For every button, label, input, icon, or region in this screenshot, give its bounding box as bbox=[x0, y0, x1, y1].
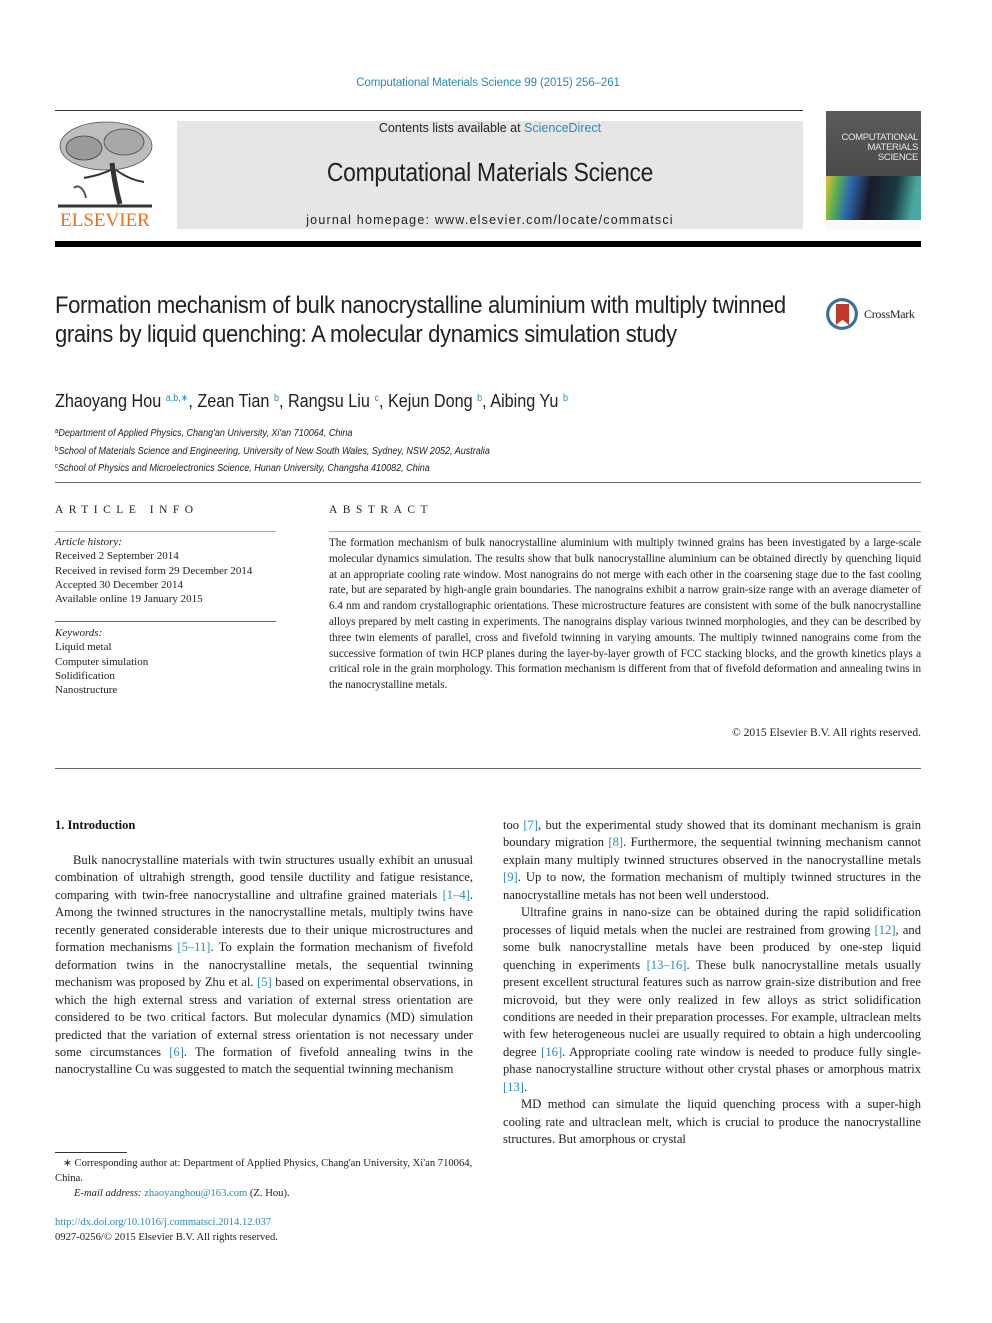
body-text: . Appropriate cooling rate window is nee… bbox=[503, 1044, 921, 1077]
body-column-left: Bulk nanocrystalline materials with twin… bbox=[55, 852, 473, 1079]
corresponding-author-note: ∗ Corresponding author at: Department of… bbox=[55, 1158, 473, 1184]
body-paragraph: MD method can simulate the liquid quench… bbox=[503, 1096, 921, 1148]
citation-ref-link[interactable]: [5–11] bbox=[177, 940, 210, 954]
citation-ref-link[interactable]: [13–16] bbox=[647, 958, 687, 972]
affiliation-item: bSchool of Materials Science and Enginee… bbox=[55, 442, 490, 460]
elsevier-tree-icon bbox=[58, 121, 153, 208]
author-name[interactable]: Rangsu Liu bbox=[288, 391, 370, 411]
history-item: Received in revised form 29 December 201… bbox=[55, 564, 253, 577]
cover-title: COMPUTATIONAL MATERIALS SCIENCE bbox=[832, 133, 918, 163]
elsevier-logo[interactable]: ELSEVIER bbox=[54, 118, 156, 232]
affiliation-text: School of Materials Science and Engineer… bbox=[58, 444, 490, 457]
citation-ref-link[interactable]: [6] bbox=[169, 1045, 184, 1059]
body-divider bbox=[55, 768, 921, 769]
article-info-heading: ARTICLE INFO bbox=[55, 504, 199, 516]
affiliation-divider bbox=[55, 482, 921, 483]
author-list: Zhaoyang Hou a,b,∗, Zean Tian b, Rangsu … bbox=[55, 391, 568, 412]
author-separator: , bbox=[482, 391, 491, 411]
affiliation-list: aDepartment of Applied Physics, Chang'an… bbox=[55, 424, 490, 477]
crossmark-badge[interactable]: CrossMark bbox=[826, 298, 926, 334]
email-suffix: (Z. Hou). bbox=[247, 1188, 290, 1199]
abstract-heading: ABSTRACT bbox=[329, 504, 434, 516]
abstract-divider bbox=[329, 531, 921, 532]
keyword-item: Solidification bbox=[55, 669, 115, 682]
doi-link[interactable]: http://dx.doi.org/10.1016/j.commatsci.20… bbox=[55, 1216, 278, 1231]
article-title: Formation mechanism of bulk nanocrystall… bbox=[55, 292, 786, 348]
article-history-label: Article history: bbox=[55, 536, 122, 548]
cover-title-line: SCIENCE bbox=[877, 152, 918, 163]
history-item: Accepted 30 December 2014 bbox=[55, 578, 183, 591]
affiliation-item: cSchool of Physics and Microelectronics … bbox=[55, 459, 490, 477]
citation-ref-link[interactable]: [13] bbox=[503, 1080, 524, 1094]
keyword-item: Computer simulation bbox=[55, 655, 149, 668]
citation-ref-link[interactable]: [16] bbox=[541, 1045, 562, 1059]
keyword-item: Nanostructure bbox=[55, 684, 118, 697]
article-history: Article history: Received 2 September 20… bbox=[55, 535, 285, 606]
author-separator: , bbox=[378, 391, 388, 411]
author-name[interactable]: Zhaoyang Hou bbox=[55, 391, 161, 411]
body-column-right: too [7], but the experimental study show… bbox=[503, 817, 921, 1149]
body-text: . bbox=[523, 1079, 528, 1094]
body-text: MD method can simulate the liquid quench… bbox=[503, 1097, 921, 1147]
author-affiliation-sup[interactable]: a,b,∗ bbox=[166, 393, 189, 404]
author-name[interactable]: Kejun Dong bbox=[388, 391, 473, 411]
article-info-divider bbox=[55, 531, 276, 532]
footnote-divider bbox=[55, 1152, 127, 1153]
issn-copyright: 0927-0256/© 2015 Elsevier B.V. All right… bbox=[55, 1231, 278, 1243]
crossmark-label: CrossMark bbox=[864, 307, 915, 321]
sciencedirect-link[interactable]: ScienceDirect bbox=[524, 121, 601, 135]
email-label: E-mail address: bbox=[74, 1188, 142, 1199]
affiliation-text: School of Physics and Microelectronics S… bbox=[58, 462, 430, 474]
abstract-text: The formation mechanism of bulk nanocrys… bbox=[329, 537, 921, 692]
journal-homepage-link[interactable]: journal homepage: www.elsevier.com/locat… bbox=[177, 213, 803, 227]
journal-banner: Contents lists available at ScienceDirec… bbox=[177, 121, 803, 229]
affiliation-item: aDepartment of Applied Physics, Chang'an… bbox=[55, 424, 490, 442]
email-note: E-mail address: zhaoyanghou@163.com (Z. … bbox=[55, 1186, 473, 1201]
body-text: too bbox=[503, 818, 524, 832]
citation-ref-link[interactable]: [5] bbox=[257, 975, 272, 989]
section-heading: 1. Introduction bbox=[55, 818, 136, 832]
keywords-divider bbox=[55, 621, 276, 622]
journal-cover-image[interactable]: COMPUTATIONAL MATERIALS SCIENCE bbox=[826, 111, 921, 230]
affiliation-text: Department of Applied Physics, Chang'an … bbox=[58, 427, 353, 439]
citation-ref-link[interactable]: [7] bbox=[523, 818, 538, 832]
email-link[interactable]: zhaoyanghou@163.com bbox=[144, 1188, 247, 1199]
journal-citation-link[interactable]: Computational Materials Science 99 (2015… bbox=[0, 77, 976, 89]
cover-artwork bbox=[826, 176, 921, 220]
contents-prefix: Contents lists available at bbox=[378, 121, 525, 135]
citation-ref-link[interactable]: [1–4] bbox=[443, 888, 470, 902]
history-item: Available online 19 January 2015 bbox=[55, 593, 203, 606]
body-text: Bulk nanocrystalline materials with twin… bbox=[55, 853, 473, 902]
header-divider bbox=[55, 110, 803, 111]
doi-block: http://dx.doi.org/10.1016/j.commatsci.20… bbox=[55, 1216, 278, 1245]
citation-ref-link[interactable]: [8] bbox=[608, 835, 623, 849]
journal-title: Computational Materials Science bbox=[326, 157, 654, 187]
keywords-label: Keywords: bbox=[55, 627, 103, 639]
author-affiliation-sup[interactable]: b bbox=[563, 393, 568, 404]
history-item: Received 2 September 2014 bbox=[55, 550, 179, 563]
elsevier-wordmark: ELSEVIER bbox=[60, 210, 150, 231]
keyword-item: Liquid metal bbox=[55, 641, 112, 654]
author-name[interactable]: Zean Tian bbox=[197, 391, 269, 411]
citation-ref-link[interactable]: [12] bbox=[875, 923, 896, 937]
author-name[interactable]: Aibing Yu bbox=[490, 391, 558, 411]
body-text: . Up to now, the formation mechanism of … bbox=[503, 870, 921, 902]
header-thick-divider bbox=[55, 241, 921, 247]
body-text: . These bulk nanocrystalline metals usua… bbox=[503, 957, 922, 1059]
author-separator: , bbox=[188, 391, 198, 411]
body-text: Ultrafine grains in nano-size can be obt… bbox=[503, 905, 921, 937]
contents-available-line: Contents lists available at ScienceDirec… bbox=[177, 121, 803, 135]
body-paragraph: Ultrafine grains in nano-size can be obt… bbox=[503, 904, 921, 1096]
cover-footer-strip bbox=[826, 220, 921, 230]
citation-ref-link[interactable]: [9] bbox=[503, 870, 518, 884]
keywords: Keywords: Liquid metal Computer simulati… bbox=[55, 626, 285, 697]
abstract-copyright: © 2015 Elsevier B.V. All rights reserved… bbox=[732, 727, 921, 739]
footnote: ∗ Corresponding author at: Department of… bbox=[55, 1156, 473, 1201]
body-paragraph: too [7], but the experimental study show… bbox=[503, 817, 921, 904]
body-paragraph: Bulk nanocrystalline materials with twin… bbox=[55, 852, 473, 1079]
author-separator: , bbox=[278, 391, 288, 411]
